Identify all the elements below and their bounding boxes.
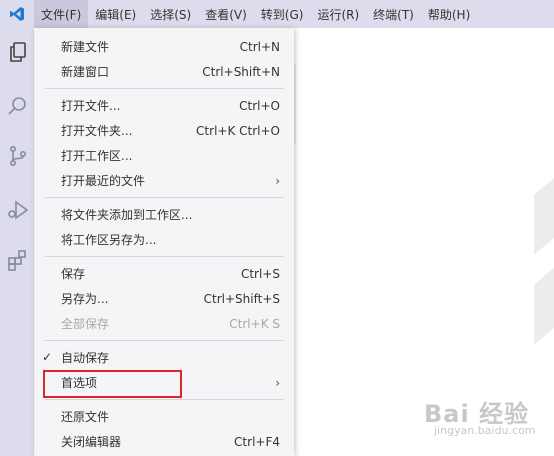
menu-item-save-workspace-as[interactable]: 将工作区另存为... xyxy=(35,227,294,252)
menu-item-label: 还原文件 xyxy=(61,410,110,424)
chevron-right-icon: › xyxy=(275,375,280,390)
menu-item-new-file[interactable]: 新建文件 Ctrl+N xyxy=(35,34,294,59)
menu-item-new-window[interactable]: 新建窗口 Ctrl+Shift+N xyxy=(35,59,294,84)
chevron-right-icon: › xyxy=(275,173,280,188)
menu-item-open-workspace[interactable]: 打开工作区... xyxy=(35,143,294,168)
menu-item-shortcut: Ctrl+F4 xyxy=(234,434,280,449)
menu-view[interactable]: 查看(V) xyxy=(198,0,254,28)
highlight-box xyxy=(43,370,182,398)
source-control-icon[interactable] xyxy=(6,144,30,168)
menu-item-save[interactable]: 保存 Ctrl+S xyxy=(35,261,294,286)
file-menu-dropdown: 新建文件 Ctrl+N 新建窗口 Ctrl+Shift+N 打开文件... Ct… xyxy=(35,28,294,456)
menu-item-revert-file[interactable]: 还原文件 xyxy=(35,404,294,429)
menu-item-shortcut: Ctrl+O xyxy=(239,98,280,113)
run-debug-icon[interactable] xyxy=(6,198,30,222)
menu-file[interactable]: 文件(F) xyxy=(34,0,89,28)
menu-item-label: 打开最近的文件 xyxy=(61,174,146,188)
menu-separator xyxy=(45,340,284,341)
menu-edit[interactable]: 编辑(E) xyxy=(88,0,143,28)
menu-item-label: 自动保存 xyxy=(61,351,110,365)
menu-item-shortcut: Ctrl+N xyxy=(239,39,280,54)
menu-item-label: 全部保存 xyxy=(61,317,110,331)
menu-item-shortcut: Ctrl+K S xyxy=(229,316,280,331)
menu-item-shortcut: Ctrl+Shift+N xyxy=(202,64,280,79)
decoration-shape xyxy=(534,161,554,255)
extensions-icon[interactable] xyxy=(6,248,30,272)
menu-item-open-folder[interactable]: 打开文件夹... Ctrl+K Ctrl+O xyxy=(35,118,294,143)
menu-help[interactable]: 帮助(H) xyxy=(421,0,477,28)
menu-run[interactable]: 运行(R) xyxy=(310,0,366,28)
menu-item-label: 打开工作区... xyxy=(61,149,133,163)
menu-item-save-all: 全部保存 Ctrl+K S xyxy=(35,311,294,336)
baidu-watermark: Bai 经验 jingyan.baidu.com xyxy=(420,392,550,440)
menu-item-shortcut: Ctrl+K Ctrl+O xyxy=(196,123,280,138)
menu-item-label: 保存 xyxy=(61,267,86,281)
menu-item-label: 将文件夹添加到工作区... xyxy=(61,208,193,222)
menu-item-label: 打开文件夹... xyxy=(61,124,133,138)
menu-item-add-folder-to-workspace[interactable]: 将文件夹添加到工作区... xyxy=(35,202,294,227)
menu-item-open-recent[interactable]: 打开最近的文件 › xyxy=(35,168,294,193)
menu-go[interactable]: 转到(G) xyxy=(254,0,311,28)
menu-item-label: 关闭编辑器 xyxy=(61,435,122,449)
menu-item-shortcut: Ctrl+S xyxy=(240,266,280,281)
menu-separator xyxy=(45,88,284,89)
menu-item-preferences[interactable]: 首选项 › xyxy=(35,370,294,398)
menu-separator xyxy=(45,399,284,400)
menu-separator xyxy=(45,197,284,198)
search-icon[interactable] xyxy=(6,94,30,118)
decoration-shape xyxy=(534,251,554,345)
activity-bar xyxy=(0,28,34,456)
menu-item-save-as[interactable]: 另存为... Ctrl+Shift+S xyxy=(35,286,294,311)
menu-item-close-editor[interactable]: 关闭编辑器 Ctrl+F4 xyxy=(35,429,294,454)
menu-separator xyxy=(45,256,284,257)
menu-item-shortcut: Ctrl+Shift+S xyxy=(203,291,280,306)
checkmark-icon: ✓ xyxy=(42,350,53,364)
vscode-logo-icon xyxy=(0,0,34,28)
menu-item-open-file[interactable]: 打开文件... Ctrl+O xyxy=(35,93,294,118)
menu-selection[interactable]: 选择(S) xyxy=(143,0,198,28)
menu-terminal[interactable]: 终端(T) xyxy=(366,0,421,28)
menu-item-auto-save[interactable]: ✓ 自动保存 xyxy=(35,345,294,370)
menu-bar: 文件(F) 编辑(E) 选择(S) 查看(V) 转到(G) 运行(R) 终端(T… xyxy=(0,0,554,28)
watermark-sub-text: jingyan.baidu.com xyxy=(434,424,536,437)
menu-item-label: 另存为... xyxy=(61,292,109,306)
menu-item-label: 新建窗口 xyxy=(61,65,110,79)
menu-item-label: 将工作区另存为... xyxy=(61,233,157,247)
menu-item-label: 新建文件 xyxy=(61,40,110,54)
menu-item-label: 打开文件... xyxy=(61,99,121,113)
explorer-icon[interactable] xyxy=(6,40,30,64)
